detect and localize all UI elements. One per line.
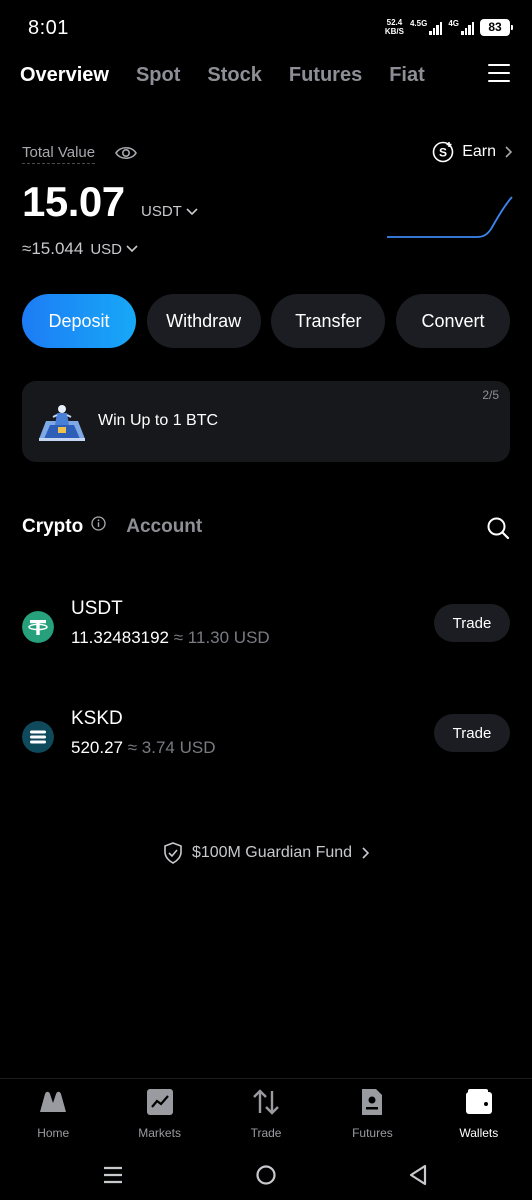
earn-label: Earn (462, 143, 496, 160)
deposit-button[interactable]: Deposit (22, 294, 136, 348)
withdraw-button[interactable]: Withdraw (146, 294, 261, 348)
asset-amount: 520.27 ≈ 3.74 USD (71, 738, 216, 757)
trade-button[interactable]: Trade (434, 604, 510, 642)
usdt-logo-icon (22, 611, 54, 643)
chevron-right-icon (362, 847, 370, 859)
wallet-icon (465, 1089, 492, 1114)
usd-value: ≈15.044 (22, 239, 84, 258)
total-value-label[interactable]: Total Value (22, 144, 96, 164)
eye-icon[interactable] (115, 144, 137, 162)
bottom-navigation: Home Markets Trade Futures Wallets (0, 1078, 532, 1153)
home-logo-icon (40, 1091, 67, 1112)
recent-apps-icon[interactable] (101, 1163, 125, 1187)
balance-unit-select[interactable]: USDT (141, 203, 198, 220)
action-buttons: Deposit Withdraw Transfer Convert (22, 294, 510, 348)
total-balance: 15.07 (22, 178, 125, 225)
earn-icon: S (432, 141, 454, 163)
svg-text:S: S (439, 146, 447, 160)
nav-futures[interactable]: Futures (319, 1079, 425, 1153)
asset-amount: 11.32483192 ≈ 11.30 USD (71, 628, 270, 647)
status-bar: 8:01 52.4 KB/S 4.5G 4G 83 (0, 0, 532, 56)
usd-value-select[interactable]: ≈15.044 USD (22, 239, 138, 259)
asset-symbol: USDT (71, 598, 123, 619)
back-icon[interactable] (406, 1163, 430, 1187)
nav-wallets[interactable]: Wallets (426, 1079, 532, 1153)
signal-4g-icon: 4G (448, 19, 474, 35)
tab-stock[interactable]: Stock (207, 64, 261, 87)
system-navigation-bar (0, 1153, 532, 1200)
tab-overview[interactable]: Overview (20, 64, 109, 87)
trade-arrows-icon (253, 1089, 279, 1115)
chevron-down-icon (186, 207, 198, 215)
tab-spot[interactable]: Spot (136, 64, 180, 87)
kskd-logo-icon (22, 721, 54, 753)
promo-banner[interactable]: Win Up to 1 BTC 2/5 (22, 381, 510, 462)
futures-doc-icon (362, 1089, 383, 1115)
guardian-fund-link[interactable]: $100M Guardian Fund (0, 842, 532, 864)
network-speed: 52.4 KB/S (384, 18, 404, 36)
chevron-down-icon (126, 245, 138, 253)
promo-illustration-icon (39, 405, 85, 441)
tab-crypto[interactable]: Crypto (22, 516, 83, 538)
markets-chart-icon (146, 1089, 173, 1115)
promo-text: Win Up to 1 BTC (98, 412, 219, 429)
usd-unit: USD (90, 240, 122, 258)
nav-home[interactable]: Home (0, 1079, 106, 1153)
home-button-icon[interactable] (254, 1163, 278, 1187)
tab-account[interactable]: Account (126, 516, 202, 538)
top-tabs: Overview Spot Stock Futures Fiat (20, 60, 510, 90)
asset-section-tabs: Crypto Account (22, 515, 202, 538)
search-icon[interactable] (486, 516, 510, 540)
balance-sparkline (387, 196, 513, 238)
shield-check-icon (164, 842, 182, 864)
nav-trade[interactable]: Trade (213, 1079, 319, 1153)
nav-markets[interactable]: Markets (106, 1079, 212, 1153)
menu-icon[interactable] (488, 64, 510, 84)
status-time: 8:01 (28, 17, 69, 39)
tab-fiat[interactable]: Fiat (389, 64, 425, 87)
status-indicators: 52.4 KB/S 4.5G 4G 83 (384, 18, 513, 36)
list-item[interactable]: KSKD 520.27 ≈ 3.74 USD Trade (22, 708, 510, 768)
transfer-button[interactable]: Transfer (271, 294, 386, 348)
chevron-right-icon (505, 146, 512, 158)
earn-link[interactable]: S Earn (432, 141, 512, 163)
asset-symbol: KSKD (71, 708, 123, 729)
guardian-fund-label: $100M Guardian Fund (191, 844, 353, 861)
convert-button[interactable]: Convert (395, 294, 510, 348)
signal-4-5g-icon: 4.5G (410, 19, 443, 35)
trade-button[interactable]: Trade (434, 714, 510, 752)
info-icon[interactable] (91, 515, 106, 531)
tab-futures[interactable]: Futures (289, 64, 362, 87)
battery-icon: 83 (480, 18, 513, 36)
promo-pagination: 2/5 (482, 388, 499, 402)
list-item[interactable]: USDT 11.32483192 ≈ 11.30 USD Trade (22, 598, 510, 658)
